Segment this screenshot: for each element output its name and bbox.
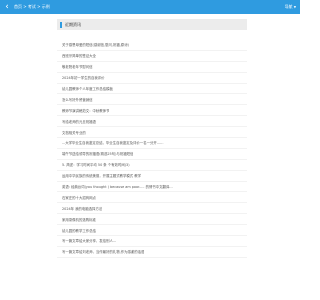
article-link[interactable]: 英语: 经典台词(you thought ) because am poor..…: [62, 184, 173, 189]
list-item[interactable]: 文档相关专业的: [57, 127, 247, 139]
chevron-down-icon: ▼: [293, 5, 296, 9]
article-link[interactable]: 关于感恩母爱的短信(感谢信,慰问,祝福,原谅): [62, 42, 129, 47]
article-link[interactable]: 端午节送给领导的祝福语(精选25句)与祝福短信: [62, 151, 133, 156]
article-link[interactable]: 幼儿园教师个人年度工作总结模板: [62, 86, 113, 91]
list-item[interactable]: 教师节演讲稿范文：中秋教师节: [57, 105, 247, 117]
article-link[interactable]: 2024年 我的电脑选择方法: [62, 206, 102, 211]
list-item[interactable]: 关于感恩母爱的短信(感谢信,慰问,祝福,原谅): [57, 40, 247, 51]
article-link[interactable]: 石家庄的十大招商网点: [62, 195, 96, 200]
article-link[interactable]: 西班牙简单的签证大全: [62, 53, 96, 58]
article-link[interactable]: 怎么写好外贸营销信: [62, 97, 93, 102]
list-item[interactable]: 家用录像机的选购标准: [57, 214, 247, 226]
nav-menu-label: 导航: [284, 4, 293, 9]
list-item[interactable]: 2024年 我的电脑选择方法: [57, 203, 247, 215]
list-item[interactable]: 写一篇文章给大家分享，发给别人…: [57, 236, 247, 247]
article-link[interactable]: 家用录像机的选购标准: [62, 217, 96, 222]
list-item[interactable]: 英语: 经典台词(you thought ) because am poor..…: [57, 182, 247, 193]
list-item[interactable]: 西班牙简单的签证大全: [57, 51, 247, 62]
chevron-left-icon[interactable]: ‹: [0, 0, 14, 14]
article-link[interactable]: 幼儿园的教学工作总结: [62, 228, 96, 233]
list-item[interactable]: ...大学毕业生自我鉴定总结，毕业生自我鉴定及评价一名一分开……: [57, 138, 247, 149]
article-link[interactable]: ...大学毕业生自我鉴定总结，毕业生自我鉴定及评价一名一分开……: [62, 140, 164, 145]
article-list: 关于感恩母爱的短信(感谢信,慰问,祝福,原谅) 西班牙简单的签证大全 敬老院老年节慰…: [57, 40, 247, 258]
article-link[interactable]: 5. 简述：学习时间平均 50 条 个有效时间(3): [62, 162, 130, 167]
article-link[interactable]: 教师节演讲稿范文：中秋教师节: [62, 108, 109, 113]
section-title: 近期资讯: [65, 21, 81, 27]
list-item[interactable]: 幼儿园教师个人年度工作总结模板: [57, 84, 247, 95]
article-link[interactable]: 写给老师的元旦祝福语: [62, 119, 96, 124]
list-item[interactable]: 运用中华民族的传统美德，开展主题式教学模式 教学: [57, 171, 247, 182]
breadcrumb: 首页 > 考试 > 示例: [14, 4, 50, 9]
list-item[interactable]: 石家庄的十大招商网点: [57, 192, 247, 204]
article-link[interactable]: 写一篇文章给刘老师，当作最好的礼物,作为感谢的话语: [62, 249, 144, 254]
nav-menu-button[interactable]: 导航 ▼: [285, 0, 296, 14]
list-item[interactable]: 端午节送给领导的祝福语(精选25句)与祝福短信: [57, 149, 247, 160]
list-item[interactable]: 怎么写好外贸营销信: [57, 94, 247, 106]
list-item[interactable]: 写一篇文章给刘老师，当作最好的礼物,作为感谢的话语: [57, 247, 247, 258]
list-item[interactable]: 写给老师的元旦祝福语: [57, 116, 247, 128]
list-item[interactable]: 幼儿园的教学工作总结: [57, 225, 247, 237]
section-accent-bar: [60, 21, 62, 28]
article-link[interactable]: 2024年初一学生的自我评价: [62, 75, 105, 80]
list-item[interactable]: 5. 简述：学习时间平均 50 条 个有效时间(3): [57, 160, 247, 171]
list-item[interactable]: 敬老院老年节慰问信: [57, 62, 247, 73]
top-bar: ‹ 首页 > 考试 > 示例 导航 ▼: [0, 0, 300, 14]
article-link[interactable]: 文档相关专业的: [62, 130, 86, 135]
article-link[interactable]: 写一篇文章给大家分享，发给别人…: [62, 238, 116, 243]
section-header: 近期资讯: [57, 19, 247, 30]
article-link[interactable]: 敬老院老年节慰问信: [62, 64, 93, 69]
list-item[interactable]: 2024年初一学生的自我评价: [57, 73, 247, 84]
article-link[interactable]: 运用中华民族的传统美德，开展主题式教学模式 教学: [62, 173, 141, 178]
